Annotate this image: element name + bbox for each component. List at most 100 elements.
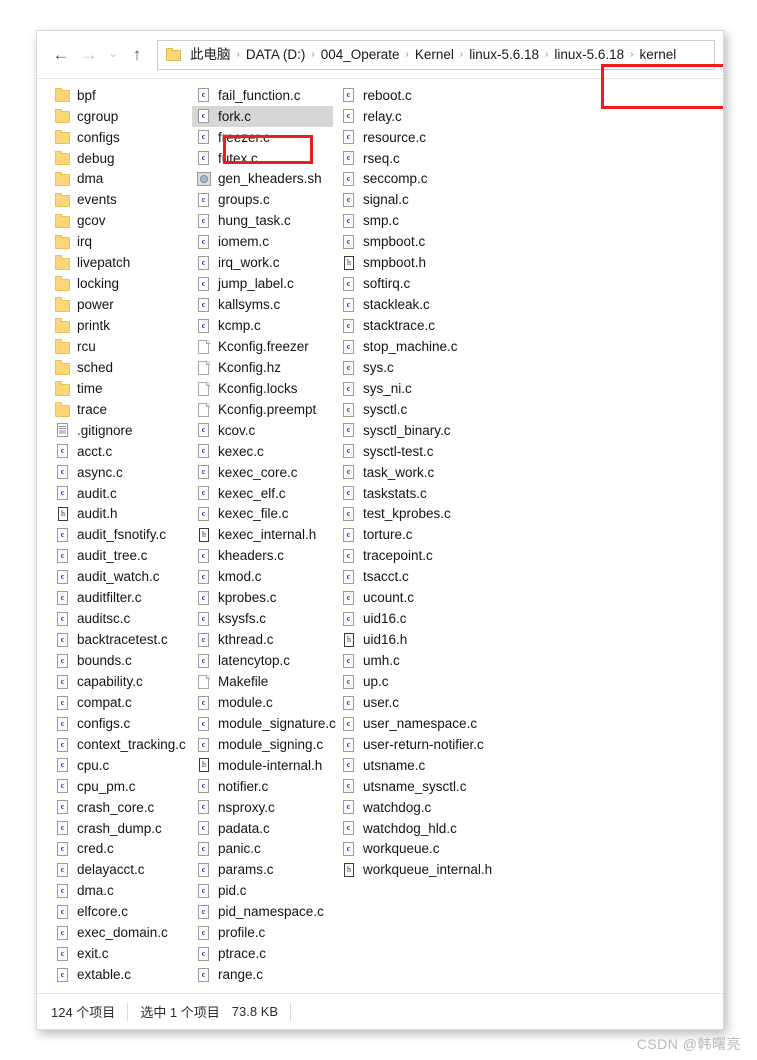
folder-list-item[interactable]: power <box>51 294 196 315</box>
file-list-item[interactable]: h module-internal.h <box>192 755 342 776</box>
file-list-item[interactable]: c exit.c <box>51 943 196 964</box>
file-list-item[interactable]: c fork.c <box>192 105 333 127</box>
file-list-item[interactable]: c audit_fsnotify.c <box>51 525 196 546</box>
file-list-item[interactable]: c stackleak.c <box>337 294 517 315</box>
file-list-item[interactable]: c kallsyms.c <box>192 294 342 315</box>
file-list-item[interactable]: c smpboot.c <box>337 232 517 253</box>
file-list-item[interactable]: c crash_core.c <box>51 797 196 818</box>
file-list-item[interactable]: c user-return-notifier.c <box>337 734 517 755</box>
folder-list-item[interactable]: printk <box>51 315 196 336</box>
file-list-item[interactable]: c kexec.c <box>192 441 342 462</box>
file-list-item[interactable]: c freezer.c <box>192 127 342 148</box>
file-list-item[interactable]: c cpu_pm.c <box>51 776 196 797</box>
folder-list-item[interactable]: events <box>51 190 196 211</box>
file-list-item[interactable]: .gitignore <box>51 420 196 441</box>
file-list-item[interactable]: c async.c <box>51 462 196 483</box>
file-list-item[interactable]: c workqueue.c <box>337 839 517 860</box>
folder-list-item[interactable]: livepatch <box>51 253 196 274</box>
file-list-item[interactable]: c auditsc.c <box>51 608 196 629</box>
file-list-item[interactable]: c delayacct.c <box>51 860 196 881</box>
file-list-item[interactable]: c cpu.c <box>51 755 196 776</box>
file-list-item[interactable]: c reboot.c <box>337 85 517 106</box>
file-list-item[interactable]: c exec_domain.c <box>51 923 196 944</box>
back-icon[interactable]: ← <box>47 41 75 69</box>
file-list-item[interactable]: c compat.c <box>51 692 196 713</box>
breadcrumb[interactable]: 此电脑 › DATA (D:) › 004_Operate › Kernel › linux-5… <box>157 39 715 70</box>
file-list-item[interactable]: Kconfig.freezer <box>192 336 342 357</box>
file-list-item[interactable]: c audit_tree.c <box>51 546 196 567</box>
file-list-item[interactable]: c up.c <box>337 671 517 692</box>
file-list-item[interactable]: c sys.c <box>337 357 517 378</box>
file-list-item[interactable]: Kconfig.hz <box>192 357 342 378</box>
file-list-item[interactable]: c rseq.c <box>337 148 517 169</box>
file-list-item[interactable]: c torture.c <box>337 525 517 546</box>
file-list-item[interactable]: Kconfig.preempt <box>192 399 342 420</box>
folder-list-item[interactable]: configs <box>51 127 196 148</box>
file-list-item[interactable]: c ptrace.c <box>192 943 342 964</box>
file-list-item[interactable]: c audit.c <box>51 483 196 504</box>
file-list-item[interactable]: c capability.c <box>51 671 196 692</box>
folder-list-item[interactable]: bpf <box>51 85 196 106</box>
file-list-item[interactable]: c fail_function.c <box>192 85 342 106</box>
file-list-item[interactable]: c kexec_file.c <box>192 504 342 525</box>
chevron-down-icon[interactable]: ⌄ <box>103 41 123 69</box>
folder-list-item[interactable]: gcov <box>51 211 196 232</box>
file-list-item[interactable]: Makefile <box>192 671 342 692</box>
file-list-item[interactable]: h audit.h <box>51 504 196 525</box>
file-list-item[interactable]: c test_kprobes.c <box>337 504 517 525</box>
breadcrumb-item[interactable]: linux-5.6.18 <box>464 41 544 69</box>
file-list-item[interactable]: c umh.c <box>337 650 517 671</box>
file-list-item[interactable]: c watchdog_hld.c <box>337 818 517 839</box>
file-list-item[interactable]: c pid.c <box>192 881 342 902</box>
breadcrumb-item[interactable]: DATA (D:) <box>241 41 311 69</box>
file-list-item[interactable]: c acct.c <box>51 441 196 462</box>
file-list-item[interactable]: c iomem.c <box>192 232 342 253</box>
file-list-item[interactable]: c module_signing.c <box>192 734 342 755</box>
file-list-item[interactable]: c extable.c <box>51 964 196 985</box>
file-list-item[interactable]: c sysctl-test.c <box>337 441 517 462</box>
file-list-item[interactable]: c uid16.c <box>337 608 517 629</box>
folder-list-item[interactable]: trace <box>51 399 196 420</box>
file-list-item[interactable]: c range.c <box>192 964 342 985</box>
file-list-item[interactable]: c tsacct.c <box>337 567 517 588</box>
file-list-item[interactable]: c ucount.c <box>337 588 517 609</box>
file-list[interactable]: bpf cgroup configs debug dma events gcov irq liv… <box>37 79 723 994</box>
file-list-item[interactable]: c latencytop.c <box>192 650 342 671</box>
file-list-item[interactable]: c kheaders.c <box>192 546 342 567</box>
file-list-item[interactable]: c utsname_sysctl.c <box>337 776 517 797</box>
file-list-item[interactable]: c kmod.c <box>192 567 342 588</box>
breadcrumb-item[interactable]: linux-5.6.18 <box>549 41 629 69</box>
file-list-item[interactable]: c sysctl.c <box>337 399 517 420</box>
folder-list-item[interactable]: sched <box>51 357 196 378</box>
file-list-item[interactable]: c task_work.c <box>337 462 517 483</box>
file-list-item[interactable]: c auditfilter.c <box>51 588 196 609</box>
file-list-item[interactable]: c kprobes.c <box>192 588 342 609</box>
breadcrumb-item[interactable]: kernel <box>635 41 682 69</box>
file-list-item[interactable]: c pid_namespace.c <box>192 902 342 923</box>
file-list-item[interactable]: c module_signature.c <box>192 713 342 734</box>
file-list-item[interactable]: Kconfig.locks <box>192 378 342 399</box>
file-list-item[interactable]: c profile.c <box>192 923 342 944</box>
file-list-item[interactable]: c kexec_core.c <box>192 462 342 483</box>
file-list-item[interactable]: c irq_work.c <box>192 253 342 274</box>
file-list-item[interactable]: c crash_dump.c <box>51 818 196 839</box>
file-list-item[interactable]: c cred.c <box>51 839 196 860</box>
file-list-item[interactable]: c params.c <box>192 860 342 881</box>
file-list-item[interactable]: c notifier.c <box>192 776 342 797</box>
file-list-item[interactable]: c backtracetest.c <box>51 629 196 650</box>
file-list-item[interactable]: c stop_machine.c <box>337 336 517 357</box>
file-list-item[interactable]: c jump_label.c <box>192 273 342 294</box>
file-list-item[interactable]: c tracepoint.c <box>337 546 517 567</box>
file-list-item[interactable]: h kexec_internal.h <box>192 525 342 546</box>
file-list-item[interactable]: c panic.c <box>192 839 342 860</box>
up-icon[interactable]: ↑ <box>123 41 151 69</box>
file-list-item[interactable]: c sysctl_binary.c <box>337 420 517 441</box>
forward-icon[interactable]: → <box>75 41 103 69</box>
file-list-item[interactable]: c kexec_elf.c <box>192 483 342 504</box>
breadcrumb-item[interactable]: 此电脑 <box>185 41 236 69</box>
folder-list-item[interactable]: time <box>51 378 196 399</box>
file-list-item[interactable]: h workqueue_internal.h <box>337 860 517 881</box>
file-list-item[interactable]: c bounds.c <box>51 650 196 671</box>
breadcrumb-item[interactable]: Kernel <box>410 41 459 69</box>
file-list-item[interactable]: c user_namespace.c <box>337 713 517 734</box>
